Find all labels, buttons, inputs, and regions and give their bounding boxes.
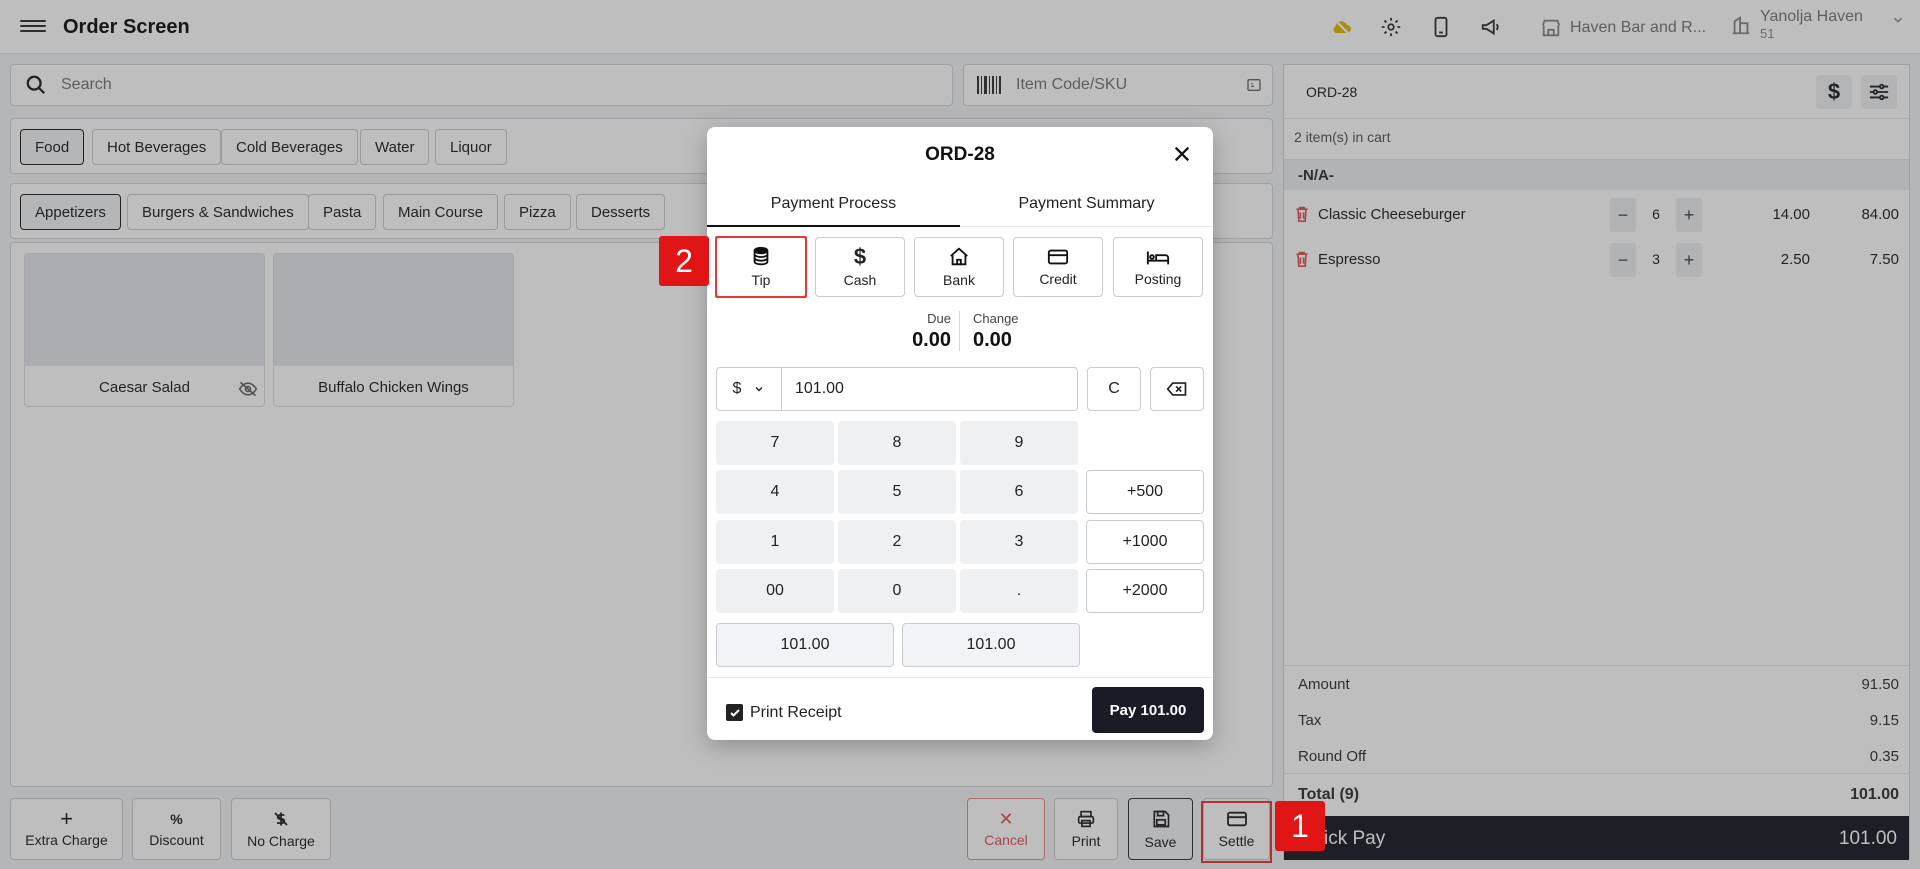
cash-button[interactable]: $ Cash	[815, 237, 905, 297]
keypad-key[interactable]: 4	[716, 470, 834, 514]
change-label: Change	[973, 311, 1019, 326]
print-receipt-checkbox[interactable]	[726, 704, 743, 721]
credit-card-icon	[1047, 249, 1069, 265]
backspace-button[interactable]	[1150, 367, 1204, 411]
tab-payment-process[interactable]: Payment Process	[707, 183, 960, 227]
step-badge-2: 2	[659, 236, 709, 286]
add-2000-button[interactable]: +2000	[1086, 569, 1204, 613]
posting-label: Posting	[1134, 271, 1182, 287]
keypad-key[interactable]: 3	[960, 520, 1078, 564]
due-block: Due 0.00	[906, 311, 951, 352]
keypad-key[interactable]: 5	[838, 470, 956, 514]
keypad-key[interactable]: .	[960, 569, 1078, 613]
keypad-key[interactable]: 2	[838, 520, 956, 564]
change-value: 0.00	[973, 329, 1012, 351]
tab-payment-summary[interactable]: Payment Summary	[960, 183, 1213, 227]
bed-icon	[1146, 251, 1170, 265]
preset-amount-button[interactable]: 101.00	[902, 623, 1080, 667]
payment-modal: ORD-28 Payment Process Payment Summary T…	[707, 127, 1213, 740]
print-receipt-label[interactable]: Print Receipt	[750, 704, 842, 722]
credit-label: Credit	[1039, 271, 1077, 287]
keypad-key[interactable]: 1	[716, 520, 834, 564]
change-block: Change 0.00	[973, 311, 1019, 352]
clear-button[interactable]: C	[1087, 367, 1141, 411]
due-label: Due	[927, 311, 951, 326]
dollar-icon: $	[853, 244, 867, 269]
check-icon	[729, 708, 740, 717]
amount-input[interactable]: 101.00	[782, 368, 844, 410]
modal-title: ORD-28	[925, 144, 995, 165]
keypad-key[interactable]: 8	[838, 421, 956, 465]
preset-amount-button[interactable]: 101.00	[716, 623, 894, 667]
currency-select[interactable]: $	[717, 368, 782, 410]
modal-tabs: Payment Process Payment Summary	[707, 183, 1213, 227]
amount-field: $ 101.00	[716, 367, 1078, 411]
due-value: 0.00	[912, 329, 951, 351]
tip-highlight	[715, 236, 807, 298]
bank-label: Bank	[943, 272, 975, 288]
pay-button[interactable]: Pay 101.00	[1092, 687, 1204, 733]
keypad-key[interactable]: 7	[716, 421, 834, 465]
backspace-icon	[1166, 382, 1187, 396]
credit-button[interactable]: Credit	[1013, 237, 1103, 297]
add-500-button[interactable]: +500	[1086, 470, 1204, 514]
divider	[707, 677, 1213, 678]
posting-button[interactable]: Posting	[1113, 237, 1203, 297]
add-1000-button[interactable]: +1000	[1086, 520, 1204, 564]
step-badge-1: 1	[1275, 801, 1325, 851]
bank-icon	[950, 247, 968, 266]
keypad-key[interactable]: 6	[960, 470, 1078, 514]
keypad-key[interactable]: 0	[838, 569, 956, 613]
chevron-down-icon	[755, 386, 763, 392]
keypad-key[interactable]: 00	[716, 569, 834, 613]
currency-symbol: $	[732, 380, 742, 397]
divider	[959, 311, 960, 351]
cash-label: Cash	[843, 272, 877, 288]
bank-button[interactable]: Bank	[914, 237, 1004, 297]
close-icon[interactable]	[1169, 141, 1195, 167]
keypad-key[interactable]: 9	[960, 421, 1078, 465]
